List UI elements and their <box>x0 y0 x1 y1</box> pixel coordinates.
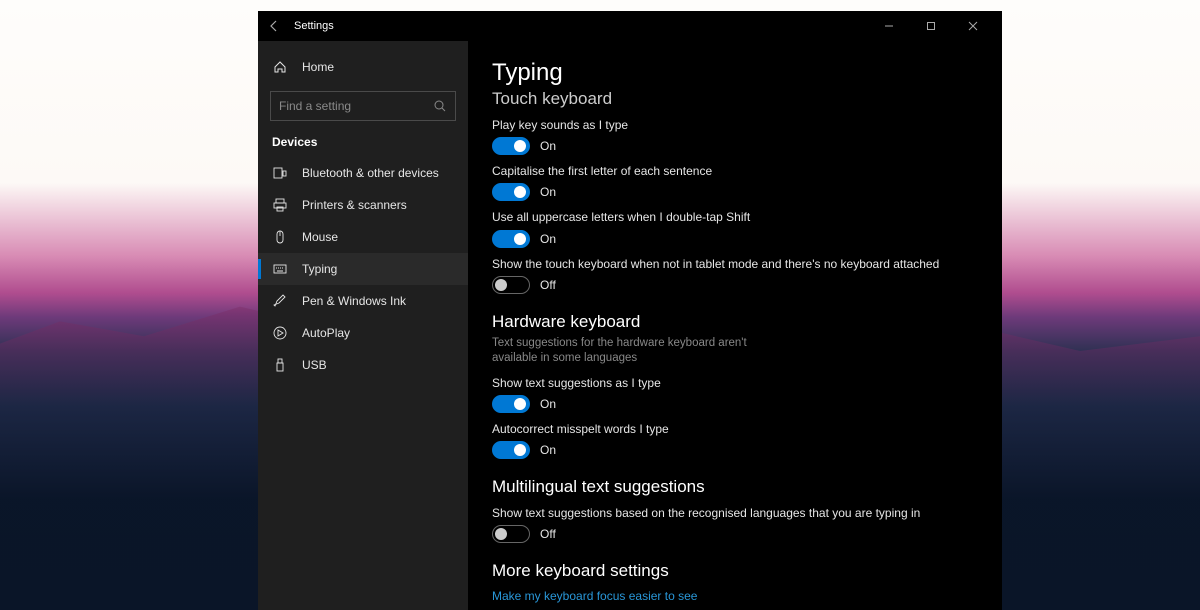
sidebar-item-label: USB <box>302 358 327 372</box>
window-title: Settings <box>294 20 334 32</box>
search-input[interactable] <box>279 99 434 113</box>
toggle-knob <box>514 233 526 245</box>
toggle-key-sounds[interactable] <box>492 137 530 155</box>
sidebar-item-typing[interactable]: Typing <box>258 253 468 285</box>
setting-label: Show the touch keyboard when not in tabl… <box>492 256 978 272</box>
sidebar-section-title: Devices <box>258 131 468 157</box>
toggle-state-text: On <box>540 139 556 153</box>
toggle-knob <box>495 528 507 540</box>
autoplay-icon <box>272 325 288 341</box>
back-arrow-icon <box>269 20 281 32</box>
home-icon <box>272 59 288 75</box>
minimize-icon <box>884 21 894 31</box>
section-more-settings: More keyboard settings Make my keyboard … <box>492 561 978 610</box>
toggle-capitalise-first[interactable] <box>492 183 530 201</box>
setting-multilingual-suggestions: Show text suggestions based on the recog… <box>492 505 978 543</box>
sidebar-item-usb[interactable]: USB <box>258 349 468 381</box>
section-title-touch: Touch keyboard <box>492 89 978 109</box>
setting-label: Play key sounds as I type <box>492 117 978 133</box>
sidebar-item-label: Mouse <box>302 230 338 244</box>
sidebar-item-autoplay[interactable]: AutoPlay <box>258 317 468 349</box>
setting-label: Use all uppercase letters when I double-… <box>492 209 978 225</box>
toggle-row: On <box>492 441 978 459</box>
toggle-multilingual-suggestions[interactable] <box>492 525 530 543</box>
toggle-knob <box>514 444 526 456</box>
maximize-button[interactable] <box>910 11 952 41</box>
toggle-double-tap-shift[interactable] <box>492 230 530 248</box>
toggle-show-touch-keyboard[interactable] <box>492 276 530 294</box>
window-body: Home Devices Bluetooth & other devices <box>258 41 1002 610</box>
sidebar-home[interactable]: Home <box>258 51 468 83</box>
setting-label: Show text suggestions as I type <box>492 375 978 391</box>
printer-icon <box>272 197 288 213</box>
setting-capitalise-first: Capitalise the first letter of each sent… <box>492 163 978 201</box>
link-keyboard-focus[interactable]: Make my keyboard focus easier to see <box>492 589 978 603</box>
toggle-state-text: Off <box>540 278 556 292</box>
toggle-state-text: On <box>540 397 556 411</box>
sidebar-item-bluetooth[interactable]: Bluetooth & other devices <box>258 157 468 189</box>
toggle-knob <box>514 186 526 198</box>
section-title-hardware: Hardware keyboard <box>492 312 978 332</box>
toggle-state-text: Off <box>540 527 556 541</box>
search-box[interactable] <box>270 91 456 121</box>
content-pane: Typing Touch keyboard Play key sounds as… <box>468 41 1002 610</box>
section-title-multilingual: Multilingual text suggestions <box>492 477 978 497</box>
toggle-state-text: On <box>540 185 556 199</box>
sidebar-item-label: Pen & Windows Ink <box>302 294 406 308</box>
toggle-state-text: On <box>540 443 556 457</box>
setting-label: Show text suggestions based on the recog… <box>492 505 978 521</box>
setting-autocorrect: Autocorrect misspelt words I type On <box>492 421 978 459</box>
setting-label: Capitalise the first letter of each sent… <box>492 163 978 179</box>
sidebar: Home Devices Bluetooth & other devices <box>258 41 468 610</box>
setting-key-sounds: Play key sounds as I type On <box>492 117 978 155</box>
close-icon <box>968 21 978 31</box>
sidebar-item-label: Printers & scanners <box>302 198 407 212</box>
back-button[interactable] <box>266 11 284 41</box>
usb-icon <box>272 357 288 373</box>
sidebar-item-pen[interactable]: Pen & Windows Ink <box>258 285 468 317</box>
toggle-row: On <box>492 395 978 413</box>
keyboard-icon <box>272 261 288 277</box>
toggle-knob <box>514 140 526 152</box>
search-icon <box>434 100 447 113</box>
settings-window: Settings Home <box>258 11 1002 610</box>
toggle-knob <box>514 398 526 410</box>
setting-show-touch-keyboard: Show the touch keyboard when not in tabl… <box>492 256 978 294</box>
toggle-row: Off <box>492 276 978 294</box>
section-hardware-keyboard: Hardware keyboard Text suggestions for t… <box>492 312 978 459</box>
page-title: Typing <box>492 59 978 87</box>
pen-icon <box>272 293 288 309</box>
toggle-autocorrect[interactable] <box>492 441 530 459</box>
toggle-state-text: On <box>540 232 556 246</box>
setting-show-suggestions: Show text suggestions as I type On <box>492 375 978 413</box>
sidebar-item-label: Typing <box>302 262 337 276</box>
titlebar: Settings <box>258 11 1002 41</box>
toggle-knob <box>495 279 507 291</box>
window-controls <box>868 11 994 41</box>
toggle-row: On <box>492 230 978 248</box>
sidebar-item-mouse[interactable]: Mouse <box>258 221 468 253</box>
devices-icon <box>272 165 288 181</box>
sidebar-item-label: Bluetooth & other devices <box>302 166 439 180</box>
toggle-row: On <box>492 137 978 155</box>
toggle-row: Off <box>492 525 978 543</box>
setting-label: Autocorrect misspelt words I type <box>492 421 978 437</box>
toggle-show-suggestions[interactable] <box>492 395 530 413</box>
minimize-button[interactable] <box>868 11 910 41</box>
maximize-icon <box>926 21 936 31</box>
section-multilingual: Multilingual text suggestions Show text … <box>492 477 978 543</box>
setting-double-tap-shift: Use all uppercase letters when I double-… <box>492 209 978 247</box>
section-subtext-hardware: Text suggestions for the hardware keyboa… <box>492 336 792 367</box>
section-title-more: More keyboard settings <box>492 561 978 581</box>
sidebar-item-printers[interactable]: Printers & scanners <box>258 189 468 221</box>
section-touch-keyboard: Touch keyboard Play key sounds as I type… <box>492 89 978 294</box>
sidebar-home-label: Home <box>302 60 334 74</box>
mouse-icon <box>272 229 288 245</box>
close-button[interactable] <box>952 11 994 41</box>
sidebar-item-label: AutoPlay <box>302 326 350 340</box>
toggle-row: On <box>492 183 978 201</box>
